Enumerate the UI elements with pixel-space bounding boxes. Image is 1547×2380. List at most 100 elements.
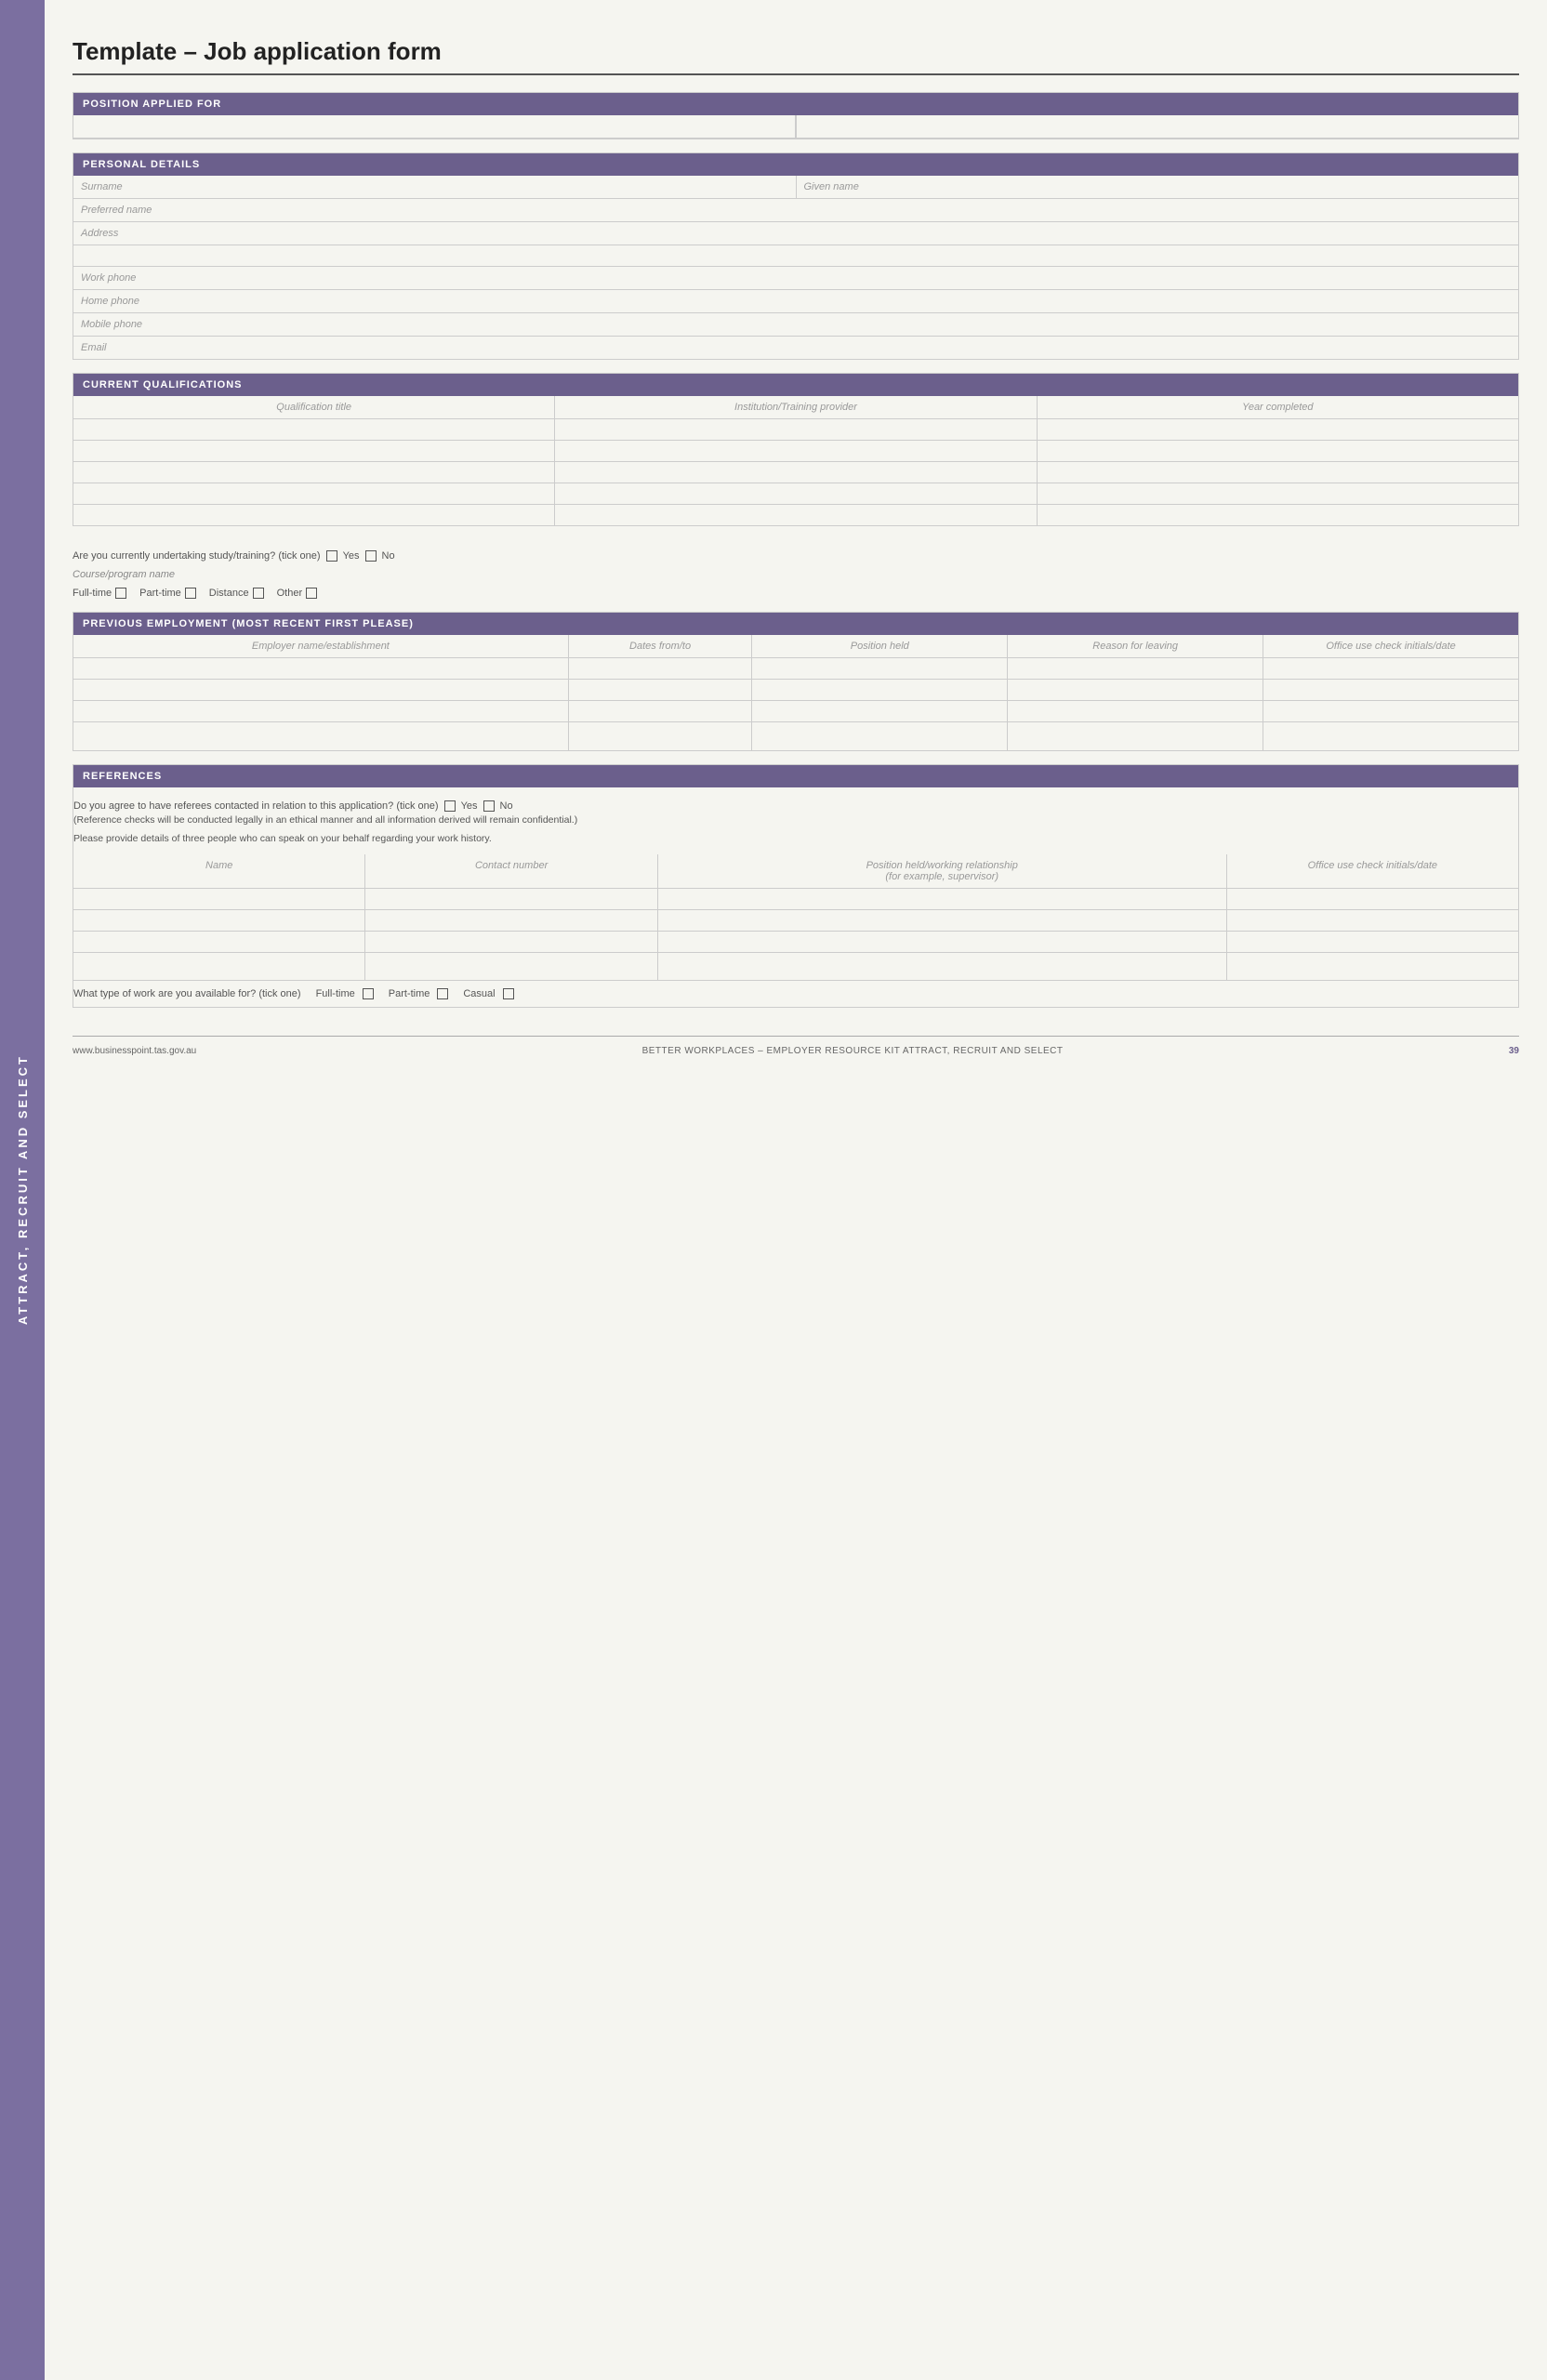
parttime-avail-checkbox[interactable] xyxy=(437,988,448,999)
personal-section: PERSONAL DETAILS Surname Given name Pref… xyxy=(73,152,1519,360)
no-label: No xyxy=(382,550,395,562)
ref-cell-4-2[interactable] xyxy=(365,953,657,980)
ref-cell-4-4[interactable] xyxy=(1227,953,1518,980)
ref-col-position-text: Position held/working relationship(for e… xyxy=(866,860,1018,882)
prev-emp-cell-3-4[interactable] xyxy=(1008,701,1263,721)
prev-emp-cell-3-5[interactable] xyxy=(1263,701,1518,721)
qual-cell-1-1[interactable] xyxy=(73,419,555,440)
no-checkbox[interactable] xyxy=(365,550,377,562)
other-checkbox[interactable] xyxy=(306,588,317,599)
qual-cell-2-3[interactable] xyxy=(1038,441,1518,461)
prev-emp-row-3 xyxy=(73,701,1518,722)
references-section: REFERENCES Do you agree to have referees… xyxy=(73,764,1519,1008)
prev-emp-cell-2-2[interactable] xyxy=(569,680,753,700)
distance-checkbox[interactable] xyxy=(253,588,264,599)
qual-cell-1-3[interactable] xyxy=(1038,419,1518,440)
given-name-field[interactable]: Given name xyxy=(797,176,1519,198)
prev-emp-cell-4-2[interactable] xyxy=(569,722,753,750)
qual-row-5 xyxy=(73,505,1518,525)
qual-cell-3-2[interactable] xyxy=(555,462,1037,483)
qual-cell-5-1[interactable] xyxy=(73,505,555,525)
prev-emp-cell-1-3[interactable] xyxy=(752,658,1008,679)
prev-emp-cell-2-1[interactable] xyxy=(73,680,569,700)
ref-header-row: Name Contact number Position held/workin… xyxy=(73,854,1518,889)
fulltime-checkbox[interactable] xyxy=(115,588,126,599)
fulltime-avail-checkbox[interactable] xyxy=(363,988,374,999)
ref-cell-1-3[interactable] xyxy=(658,889,1227,909)
position-value-cell xyxy=(796,115,1518,138)
prev-emp-cell-2-4[interactable] xyxy=(1008,680,1263,700)
email-field[interactable]: Email xyxy=(73,337,1518,359)
qual-cell-5-2[interactable] xyxy=(555,505,1037,525)
ref-cell-3-4[interactable] xyxy=(1227,932,1518,952)
ref-cell-2-1[interactable] xyxy=(73,910,365,931)
qual-cell-2-2[interactable] xyxy=(555,441,1037,461)
prev-emp-cell-1-1[interactable] xyxy=(73,658,569,679)
yes-checkbox[interactable] xyxy=(326,550,337,562)
prev-emp-cell-4-5[interactable] xyxy=(1263,722,1518,750)
prev-emp-cell-2-5[interactable] xyxy=(1263,680,1518,700)
prev-emp-cell-2-3[interactable] xyxy=(752,680,1008,700)
qual-cell-5-3[interactable] xyxy=(1038,505,1518,525)
agree-yes-label: Yes xyxy=(461,800,478,812)
distance-item: Distance xyxy=(209,588,264,599)
yes-label: Yes xyxy=(343,550,360,562)
casual-avail-label: Casual xyxy=(463,988,495,999)
work-avail-row: What type of work are you available for?… xyxy=(73,988,1518,999)
ref-cell-2-3[interactable] xyxy=(658,910,1227,931)
ref-cell-4-3[interactable] xyxy=(658,953,1227,980)
parttime-item: Part-time xyxy=(139,588,196,599)
agree-no-checkbox[interactable] xyxy=(483,800,495,812)
ref-cell-2-2[interactable] xyxy=(365,910,657,931)
prev-emp-row-4 xyxy=(73,722,1518,750)
ref-cell-1-4[interactable] xyxy=(1227,889,1518,909)
preferred-name-field[interactable]: Preferred name xyxy=(73,199,1518,221)
position-header: POSITION APPLIED FOR xyxy=(73,93,1518,115)
prev-emp-cell-3-3[interactable] xyxy=(752,701,1008,721)
distance-label: Distance xyxy=(209,588,249,599)
course-row: Course/program name xyxy=(73,563,1519,582)
personal-row-2: Preferred name xyxy=(73,199,1518,222)
other-label: Other xyxy=(277,588,303,599)
qual-cell-2-1[interactable] xyxy=(73,441,555,461)
ref-cell-3-2[interactable] xyxy=(365,932,657,952)
work-avail-question: What type of work are you available for?… xyxy=(73,988,301,999)
qualifications-header-row: Qualification title Institution/Training… xyxy=(73,396,1518,419)
home-phone-field[interactable]: Home phone xyxy=(73,290,1518,312)
prev-emp-cell-3-1[interactable] xyxy=(73,701,569,721)
prev-emp-cell-4-4[interactable] xyxy=(1008,722,1263,750)
fulltime-avail-label: Full-time xyxy=(316,988,355,999)
fulltime-label: Full-time xyxy=(73,588,112,599)
qual-cell-3-3[interactable] xyxy=(1038,462,1518,483)
agree-yes-checkbox[interactable] xyxy=(444,800,456,812)
casual-avail-checkbox[interactable] xyxy=(503,988,514,999)
qual-cell-4-2[interactable] xyxy=(555,483,1037,504)
address-field[interactable]: Address xyxy=(73,222,1518,245)
ref-cell-3-3[interactable] xyxy=(658,932,1227,952)
qual-cell-1-2[interactable] xyxy=(555,419,1037,440)
casual-avail-item: Casual xyxy=(463,988,513,999)
prev-emp-cell-1-4[interactable] xyxy=(1008,658,1263,679)
parttime-checkbox[interactable] xyxy=(185,588,196,599)
surname-field[interactable]: Surname xyxy=(73,176,797,198)
prev-emp-cell-1-5[interactable] xyxy=(1263,658,1518,679)
qual-cell-4-3[interactable] xyxy=(1038,483,1518,504)
prev-emp-cell-1-2[interactable] xyxy=(569,658,753,679)
qual-cell-4-1[interactable] xyxy=(73,483,555,504)
ref-cell-1-2[interactable] xyxy=(365,889,657,909)
footer-website: www.businesspoint.tas.gov.au xyxy=(73,1046,196,1056)
mobile-phone-field[interactable]: Mobile phone xyxy=(73,313,1518,336)
reference-note2: Please provide details of three people w… xyxy=(73,832,1518,847)
prev-emp-cell-4-1[interactable] xyxy=(73,722,569,750)
prev-emp-cell-4-3[interactable] xyxy=(752,722,1008,750)
qual-cell-3-1[interactable] xyxy=(73,462,555,483)
prev-emp-cell-3-2[interactable] xyxy=(569,701,753,721)
ref-cell-1-1[interactable] xyxy=(73,889,365,909)
other-item: Other xyxy=(277,588,318,599)
ref-cell-2-4[interactable] xyxy=(1227,910,1518,931)
ref-col-office: Office use check initials/date xyxy=(1227,854,1518,888)
ref-cell-4-1[interactable] xyxy=(73,953,365,980)
ref-row-3 xyxy=(73,932,1518,953)
ref-cell-3-1[interactable] xyxy=(73,932,365,952)
work-phone-field[interactable]: Work phone xyxy=(73,267,1518,289)
